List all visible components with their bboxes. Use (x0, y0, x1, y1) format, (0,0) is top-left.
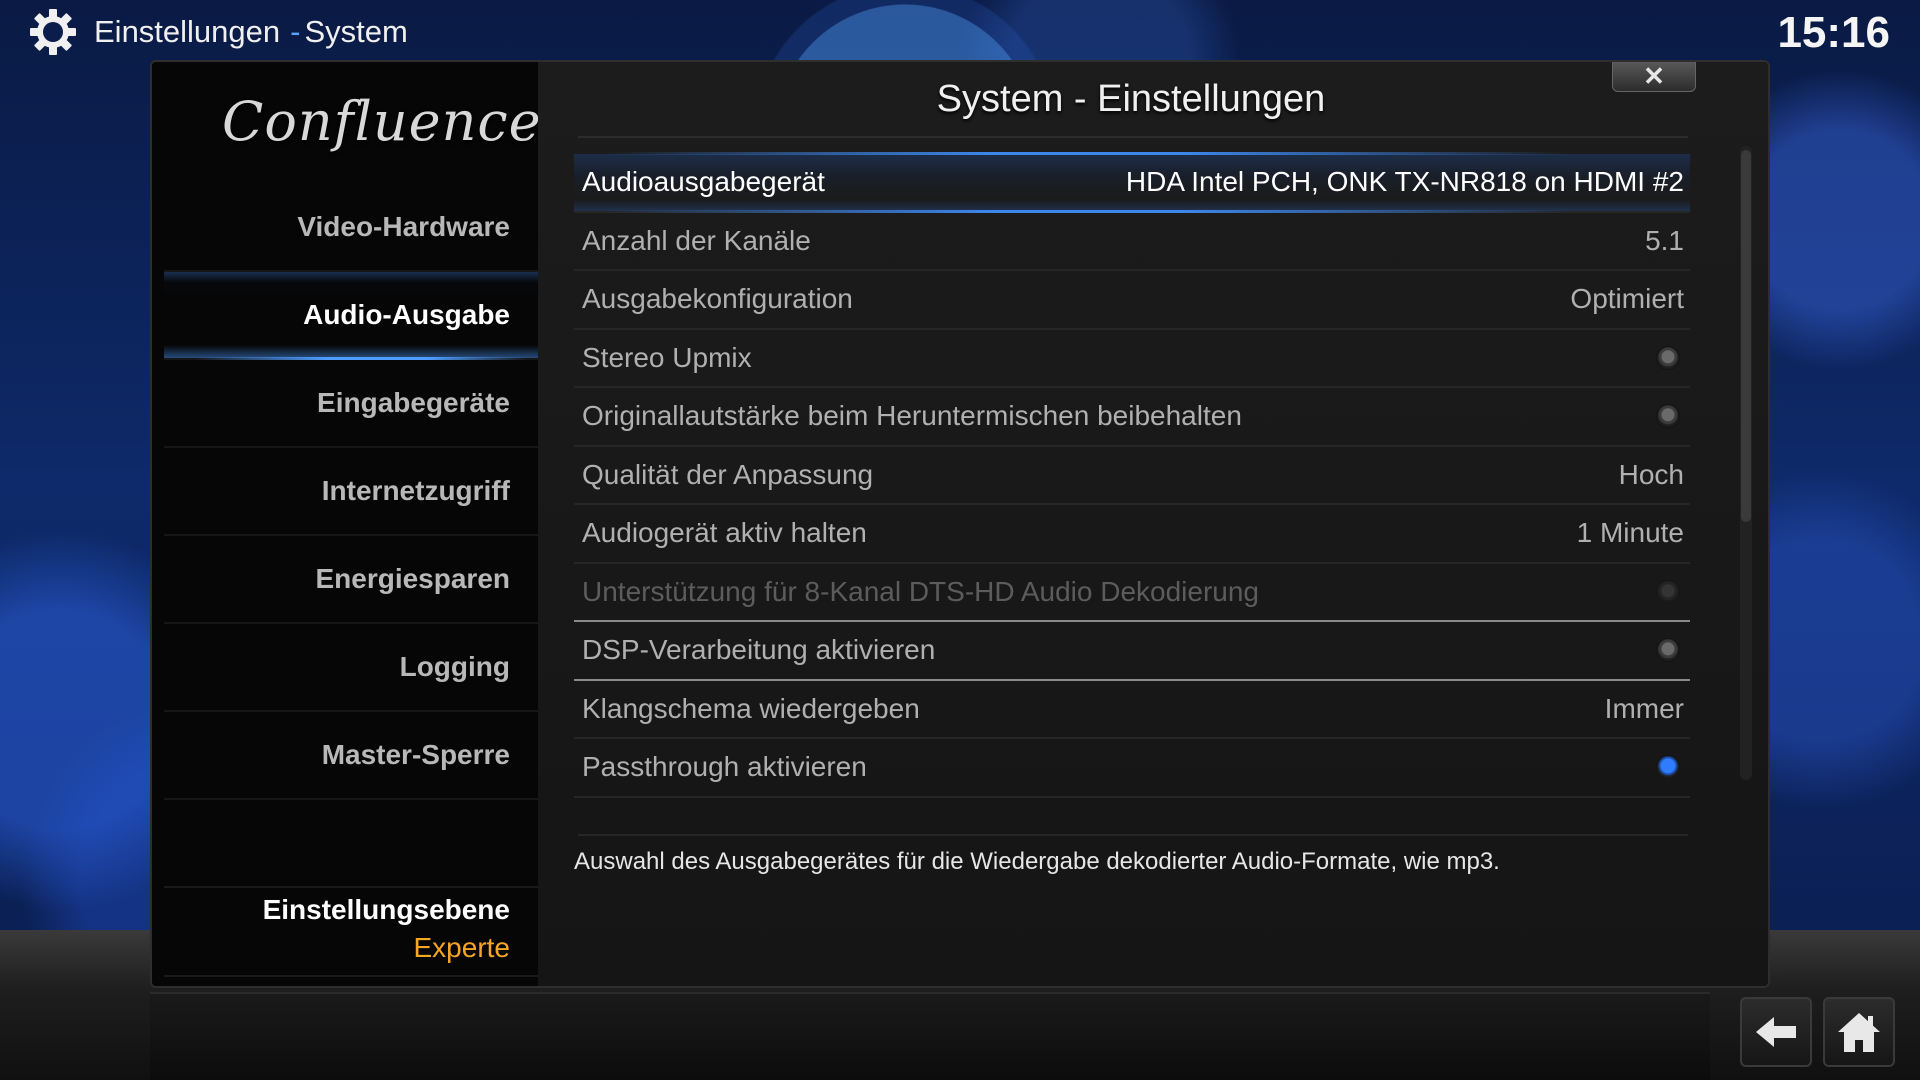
setting-value: 5.1 (1645, 224, 1684, 256)
footer-panel (150, 992, 1710, 1080)
home-button[interactable] (1823, 997, 1895, 1067)
header-separator: - (290, 14, 301, 49)
sidebar-item-eingabegeraete[interactable]: Eingabegeräte (164, 360, 538, 448)
dialog-title: System - Einstellungen (936, 78, 1326, 120)
settings-list: Audioausgabegerät HDA Intel PCH, ONK TX-… (574, 152, 1690, 798)
setting-label: Unterstützung für 8-Kanal DTS-HD Audio D… (582, 575, 1260, 607)
settings-dialog: Confluence Video-Hardware Audio-Ausgabe … (150, 60, 1770, 988)
setting-row-resample-quality[interactable]: Qualität der Anpassung Hoch (574, 447, 1690, 505)
toggle-on-icon[interactable] (1656, 755, 1680, 780)
setting-row-passthrough[interactable]: Passthrough aktivieren (574, 739, 1690, 798)
toggle-off-icon[interactable] (1656, 345, 1680, 370)
toggle-off-icon (1656, 579, 1680, 604)
setting-label: DSP-Verarbeitung aktivieren (582, 634, 936, 666)
setting-label: Qualität der Anpassung (582, 458, 874, 490)
setting-row-audio-device[interactable]: Audioausgabegerät HDA Intel PCH, ONK TX-… (574, 152, 1690, 213)
divider (578, 834, 1688, 836)
sidebar-item-master-sperre[interactable]: Master-Sperre (164, 712, 538, 800)
close-button[interactable]: ✕ (1612, 60, 1696, 92)
setting-row-dts-hd: Unterstützung für 8-Kanal DTS-HD Audio D… (574, 564, 1690, 622)
back-button[interactable] (1740, 997, 1812, 1067)
category-list: Video-Hardware Audio-Ausgabe Eingabegerä… (164, 184, 538, 800)
sidebar-item-video-hardware[interactable]: Video-Hardware (164, 184, 538, 272)
window-header: Einstellungen - System (28, 8, 408, 56)
header-section: Einstellungen (94, 14, 281, 49)
toggle-off-icon[interactable] (1656, 638, 1680, 663)
sidebar-item-energiesparen[interactable]: Energiesparen (164, 536, 538, 624)
scrollbar-thumb[interactable] (1741, 150, 1751, 522)
divider (578, 136, 1688, 138)
setting-row-stereo-upmix[interactable]: Stereo Upmix (574, 330, 1690, 388)
home-icon (1838, 1013, 1880, 1052)
divider (164, 975, 538, 977)
gear-icon (30, 9, 76, 55)
divider (164, 886, 538, 888)
setting-value: Optimiert (1570, 283, 1684, 315)
setting-value: 1 Minute (1576, 517, 1684, 549)
setting-label: Ausgabekonfiguration (582, 283, 853, 315)
toggle-off-icon[interactable] (1656, 404, 1680, 429)
setting-label: Stereo Upmix (582, 341, 752, 373)
setting-value: HDA Intel PCH, ONK TX-NR818 on HDMI #2 (1125, 166, 1684, 198)
setting-row-keep-volume[interactable]: Originallautstärke beim Heruntermischen … (574, 388, 1690, 447)
settings-content: System - Einstellungen ✕ Audioausgabeger… (538, 62, 1768, 986)
setting-row-gui-sounds[interactable]: Klangschema wiedergeben Immer (574, 681, 1690, 739)
close-icon: ✕ (1643, 60, 1665, 91)
settings-level-label: Einstellungsebene (262, 894, 510, 925)
setting-label: Klangschema wiedergeben (582, 692, 920, 724)
scrollbar[interactable] (1740, 146, 1752, 780)
clock: 15:16 (1777, 8, 1890, 57)
header-subsection: System (304, 14, 408, 49)
setting-label: Audiogerät aktiv halten (582, 517, 867, 549)
setting-label: Anzahl der Kanäle (582, 224, 811, 256)
setting-row-output-config[interactable]: Ausgabekonfiguration Optimiert (574, 271, 1690, 330)
sidebar-item-internetzugriff[interactable]: Internetzugriff (164, 448, 538, 536)
setting-value: Immer (1604, 692, 1684, 724)
settings-sidebar: Confluence Video-Hardware Audio-Ausgabe … (152, 62, 541, 986)
confluence-logo: Confluence (222, 90, 542, 153)
sidebar-item-audio-ausgabe[interactable]: Audio-Ausgabe (164, 272, 538, 360)
setting-label: Audioausgabegerät (582, 166, 825, 198)
setting-label: Passthrough aktivieren (582, 751, 867, 783)
settings-level-value: Experte (413, 932, 511, 963)
setting-row-channels[interactable]: Anzahl der Kanäle 5.1 (574, 213, 1690, 271)
setting-description: Auswahl des Ausgabegerätes für die Wiede… (574, 848, 1500, 875)
setting-row-dsp[interactable]: DSP-Verarbeitung aktivieren (574, 622, 1690, 681)
settings-level-button[interactable]: Einstellungsebene Experte (263, 894, 510, 964)
sidebar-item-logging[interactable]: Logging (164, 624, 538, 712)
setting-value: Hoch (1618, 458, 1684, 490)
setting-label: Originallautstärke beim Heruntermischen … (582, 400, 1242, 432)
setting-row-keep-alive[interactable]: Audiogerät aktiv halten 1 Minute (574, 505, 1690, 564)
back-arrow-icon (1756, 1017, 1796, 1047)
